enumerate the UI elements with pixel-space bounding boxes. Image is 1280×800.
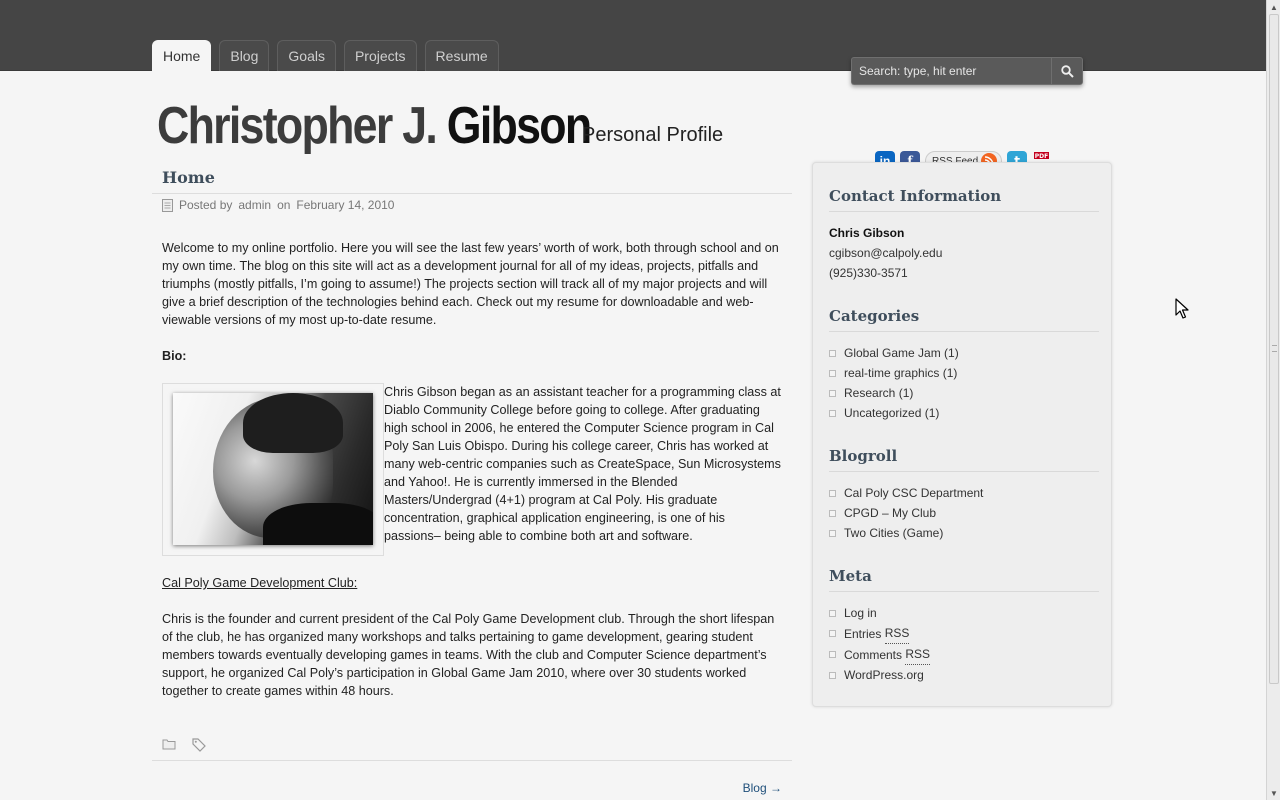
post-content: Welcome to my online portfolio. Here you… [152, 216, 792, 700]
post-navigation: Blog → [152, 761, 792, 800]
tag-icon[interactable] [192, 738, 206, 752]
scroll-down-icon[interactable]: ▼ [1267, 786, 1280, 800]
post-title[interactable]: Home [152, 160, 792, 194]
site-name-last: Gibson [446, 97, 592, 155]
tab-projects[interactable]: Projects [343, 40, 417, 71]
comments-label: Comments [844, 647, 903, 662]
profile-photo-image [173, 393, 373, 545]
site-name: Christopher J. Gibson [157, 96, 592, 156]
meta-prefix: Posted by [179, 198, 233, 212]
scroll-up-icon[interactable]: ▲ [1267, 0, 1280, 14]
bullet-icon [829, 409, 836, 417]
category-link[interactable]: real-time graphics (1) [829, 363, 1099, 383]
bullet-icon [829, 671, 836, 679]
category-label: Global Game Jam (1) [844, 346, 959, 360]
profile-photo [162, 383, 384, 556]
club-paragraph: Chris is the founder and current preside… [162, 612, 775, 698]
blogroll-label: CPGD – My Club [844, 506, 937, 520]
bullet-icon [829, 529, 836, 537]
meta-widget: Meta Log in Entries RSS Comments RSS Wor… [829, 567, 1099, 685]
bullet-icon [829, 369, 836, 377]
meta-on: on [277, 198, 291, 212]
bullet-icon [829, 609, 836, 617]
search-icon [1060, 64, 1074, 78]
search-box [851, 57, 1083, 85]
blogroll-link[interactable]: CPGD – My Club [829, 503, 1099, 523]
tab-blog[interactable]: Blog [219, 40, 270, 71]
rss-abbr: RSS [884, 623, 910, 644]
category-label: Uncategorized (1) [844, 406, 940, 420]
club-link[interactable]: Cal Poly Game Development Club: [162, 576, 357, 590]
sidebar: Contact Information Chris Gibson cgibson… [812, 162, 1112, 707]
contact-name: Chris Gibson [829, 226, 905, 240]
categories-title: Categories [829, 307, 1099, 332]
bio-heading: Bio: [162, 349, 187, 363]
bullet-icon [829, 630, 836, 637]
wordpress-label: WordPress.org [844, 668, 924, 682]
vertical-scrollbar[interactable]: ▲ ▼ [1266, 0, 1280, 800]
contact-email[interactable]: cgibson@calpoly.edu [829, 243, 1099, 263]
document-icon [162, 198, 173, 212]
categories-widget: Categories Global Game Jam (1) real-time… [829, 307, 1099, 423]
blogroll-title: Blogroll [829, 447, 1099, 472]
category-link[interactable]: Research (1) [829, 383, 1099, 403]
site-title[interactable]: Christopher J. Gibson Personal Profile [157, 96, 723, 156]
category-label: real-time graphics (1) [844, 366, 958, 380]
contact-title: Contact Information [829, 187, 1099, 212]
folder-icon[interactable] [162, 738, 176, 750]
rss-abbr: RSS [905, 644, 931, 665]
tab-goals[interactable]: Goals [277, 40, 336, 71]
intro-paragraph: Welcome to my online portfolio. Here you… [162, 241, 779, 327]
login-link[interactable]: Log in [829, 603, 1099, 623]
login-label: Log in [844, 606, 877, 620]
post-footer [152, 718, 792, 761]
search-input[interactable] [851, 57, 1051, 85]
main-nav: Home Blog Goals Projects Resume [152, 40, 499, 72]
wordpress-link[interactable]: WordPress.org [829, 665, 1099, 685]
category-link[interactable]: Global Game Jam (1) [829, 343, 1099, 363]
tab-resume[interactable]: Resume [424, 40, 499, 71]
post-author-link[interactable]: admin [238, 198, 271, 212]
contact-widget: Contact Information Chris Gibson cgibson… [829, 187, 1099, 283]
bio-section: Chris Gibson began as an assistant teach… [162, 383, 782, 556]
site-name-first: Christopher J. [157, 97, 447, 155]
blogroll-link[interactable]: Cal Poly CSC Department [829, 483, 1099, 503]
entries-rss-link[interactable]: Entries RSS [829, 623, 1099, 644]
bullet-icon [829, 509, 836, 517]
tab-home[interactable]: Home [152, 40, 212, 72]
next-post-link[interactable]: Blog → [743, 781, 782, 800]
mouse-cursor-icon [1175, 298, 1189, 319]
category-label: Research (1) [844, 386, 914, 400]
post-date: February 14, 2010 [296, 198, 395, 212]
blogroll-label: Two Cities (Game) [844, 526, 944, 540]
bullet-icon [829, 651, 836, 658]
post: Home Posted by admin on February 14, 201… [152, 160, 792, 800]
top-bar: Home Blog Goals Projects Resume [0, 0, 1266, 85]
site-tagline: Personal Profile [582, 124, 724, 146]
meta-title: Meta [829, 567, 1099, 592]
post-meta: Posted by admin on February 14, 2010 [152, 194, 792, 216]
bullet-icon [829, 489, 836, 497]
blogroll-label: Cal Poly CSC Department [844, 486, 984, 500]
contact-phone: (925)330-3571 [829, 266, 908, 280]
comments-rss-link[interactable]: Comments RSS [829, 644, 1099, 665]
scroll-thumb[interactable] [1269, 14, 1279, 684]
blogroll-widget: Blogroll Cal Poly CSC Department CPGD – … [829, 447, 1099, 543]
svg-text:PDF: PDF [1035, 153, 1048, 160]
blogroll-link[interactable]: Two Cities (Game) [829, 523, 1099, 543]
category-link[interactable]: Uncategorized (1) [829, 403, 1099, 423]
search-button[interactable] [1051, 57, 1083, 85]
entries-label: Entries [844, 626, 882, 641]
bullet-icon [829, 349, 836, 357]
bullet-icon [829, 389, 836, 397]
bio-paragraph: Chris Gibson began as an assistant teach… [384, 385, 781, 543]
